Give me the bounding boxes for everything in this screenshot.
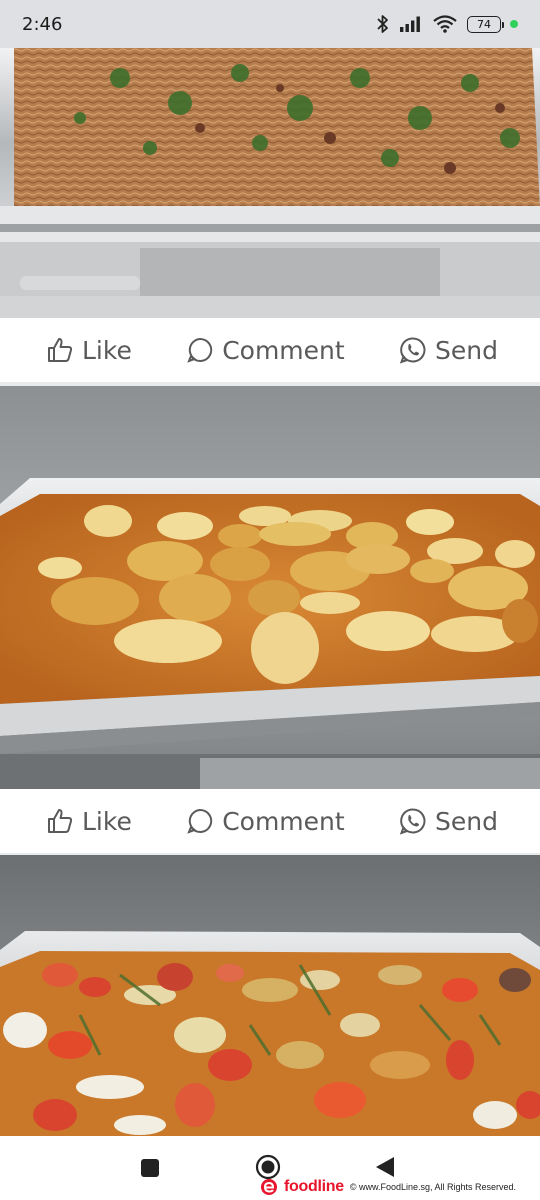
comment-label: Comment xyxy=(222,335,345,365)
post-photo-curry-potato[interactable] xyxy=(0,386,540,789)
like-button[interactable]: Like xyxy=(46,336,132,365)
like-label: Like xyxy=(82,806,132,836)
comment-button[interactable]: Comment xyxy=(186,336,345,365)
thumbs-up-icon xyxy=(48,338,73,362)
thumbs-up-icon xyxy=(48,809,73,833)
post-photo-vegetable-curry[interactable] xyxy=(0,855,540,1136)
status-time: 2:46 xyxy=(22,13,63,35)
send-button[interactable]: Send xyxy=(399,336,498,365)
comment-label: Comment xyxy=(222,806,345,836)
recents-square-icon[interactable] xyxy=(140,1158,160,1182)
like-label: Like xyxy=(82,335,132,365)
watermark: foodline © www.FoodLine.sg, All Rights R… xyxy=(260,1178,516,1196)
send-label: Send xyxy=(435,335,498,365)
post-photo-bee-hoon[interactable] xyxy=(0,48,540,318)
send-label: Send xyxy=(435,806,498,836)
signal-icon xyxy=(400,16,420,32)
bluetooth-icon xyxy=(377,15,388,33)
battery-level: 74 xyxy=(477,17,491,31)
comment-bubble-icon xyxy=(187,808,213,834)
foodline-logo-icon xyxy=(261,1179,277,1195)
send-button[interactable]: Send xyxy=(399,807,498,836)
post-action-bar-2: Like Comment Send xyxy=(0,789,540,853)
comment-button[interactable]: Comment xyxy=(186,807,345,836)
status-icons: 74 xyxy=(376,14,518,34)
comment-bubble-icon xyxy=(187,337,213,363)
wifi-icon xyxy=(433,15,457,33)
status-bar: 2:46 74 xyxy=(0,0,540,48)
whatsapp-icon xyxy=(399,808,426,835)
battery-icon: 74 xyxy=(467,15,504,33)
copyright-text: © www.FoodLine.sg, All Rights Reserved. xyxy=(349,1182,517,1192)
active-dot xyxy=(510,20,518,28)
foodline-brand-text: foodline xyxy=(284,1178,344,1195)
post-action-bar-1: Like Comment Send xyxy=(0,318,540,382)
whatsapp-icon xyxy=(399,337,426,364)
like-button[interactable]: Like xyxy=(46,807,132,836)
